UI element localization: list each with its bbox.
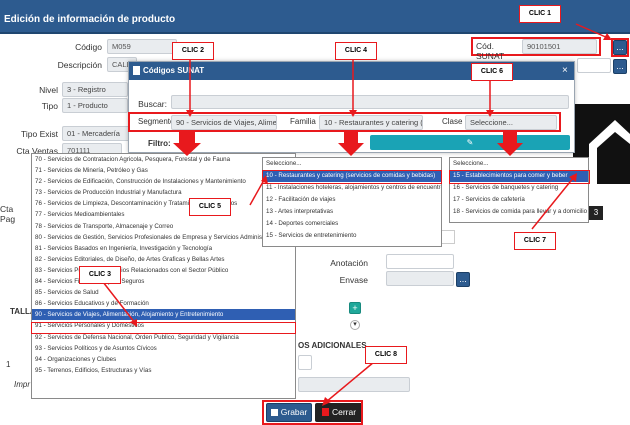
arrow-clic7 [531, 176, 575, 230]
callout-clic1: CLIC 1 [519, 5, 561, 23]
arrow-clic3 [102, 281, 136, 324]
arrow-clic5 [249, 179, 265, 206]
big-arrow-segmento [173, 131, 201, 156]
callout-clic8: CLIC 8 [365, 346, 407, 364]
callout-clic6: CLIC 6 [471, 63, 513, 81]
arrow-clic8 [325, 361, 375, 403]
callout-clic5: CLIC 5 [189, 198, 231, 216]
callout-clic2: CLIC 2 [172, 42, 214, 60]
callout-clic3: CLIC 3 [79, 266, 121, 284]
callout-clic4: CLIC 4 [335, 42, 377, 60]
big-arrow-clase [497, 131, 523, 156]
callout-clic7: CLIC 7 [514, 232, 556, 250]
arrow-clic1 [575, 23, 609, 39]
annotation-arrows [102, 23, 612, 406]
big-arrow-familia [338, 131, 364, 156]
